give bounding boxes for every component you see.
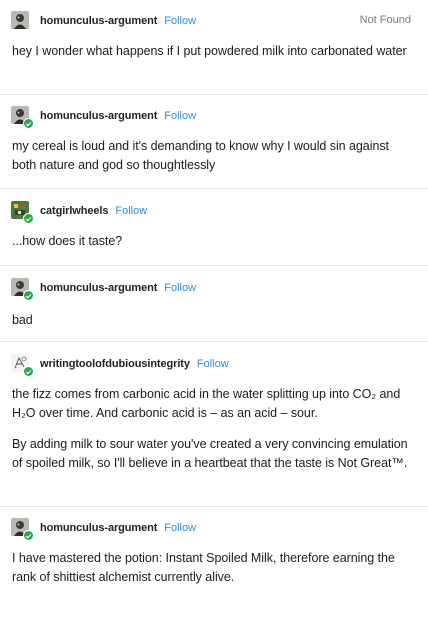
goblin-avatar-icon[interactable] xyxy=(11,106,34,129)
username[interactable]: homunculus-argument xyxy=(40,282,157,294)
follow-button[interactable]: Follow xyxy=(164,110,196,122)
post-divider xyxy=(0,188,428,189)
follow-button[interactable]: Follow xyxy=(164,282,196,294)
post-header: catgirlwheels Follow xyxy=(11,201,147,224)
verified-badge-icon xyxy=(23,213,34,224)
post-divider xyxy=(0,506,428,507)
post-body: ...how does it taste? xyxy=(12,234,123,248)
verified-badge-icon xyxy=(23,118,34,129)
verified-badge-icon xyxy=(23,366,34,377)
post-body-paragraph: By adding milk to sour water you've crea… xyxy=(12,437,408,470)
post-body: I have mastered the potion: Instant Spoi… xyxy=(12,551,395,584)
post-header: homunculus-argument Follow xyxy=(11,11,196,31)
post-header: homunculus-argument Follow xyxy=(11,278,196,301)
post-header: writingtoolofdubiousintegrity Follow xyxy=(11,354,229,377)
post-divider xyxy=(0,265,428,266)
goblin-avatar-icon[interactable] xyxy=(11,278,34,301)
post-body: bad xyxy=(12,313,33,327)
post-header: homunculus-argument Follow xyxy=(11,106,196,129)
verified-badge-icon xyxy=(23,290,34,301)
goblin-avatar-icon[interactable] xyxy=(11,518,34,541)
post-header: homunculus-argument Follow xyxy=(11,518,196,541)
post-body: hey I wonder what happens if I put powde… xyxy=(12,44,407,58)
username[interactable]: catgirlwheels xyxy=(40,205,109,217)
username[interactable]: homunculus-argument xyxy=(40,110,157,122)
sketch-avatar-icon[interactable] xyxy=(11,354,34,377)
not-found-label: Not Found xyxy=(359,14,411,26)
goblin-avatar-icon[interactable] xyxy=(11,11,31,31)
username[interactable]: writingtoolofdubiousintegrity xyxy=(40,358,190,370)
pixel-art-avatar-icon[interactable] xyxy=(11,201,34,224)
follow-button[interactable]: Follow xyxy=(164,15,196,27)
post-body: my cereal is loud and it's demanding to … xyxy=(12,139,389,172)
post-divider xyxy=(0,341,428,342)
follow-button[interactable]: Follow xyxy=(164,522,196,534)
verified-badge-icon xyxy=(23,530,34,541)
follow-button[interactable]: Follow xyxy=(115,205,147,217)
post-divider xyxy=(0,94,428,95)
username[interactable]: homunculus-argument xyxy=(40,15,157,27)
post-body-paragraph: the fizz comes from carbonic acid in the… xyxy=(12,387,401,420)
follow-button[interactable]: Follow xyxy=(197,358,229,370)
username[interactable]: homunculus-argument xyxy=(40,522,157,534)
